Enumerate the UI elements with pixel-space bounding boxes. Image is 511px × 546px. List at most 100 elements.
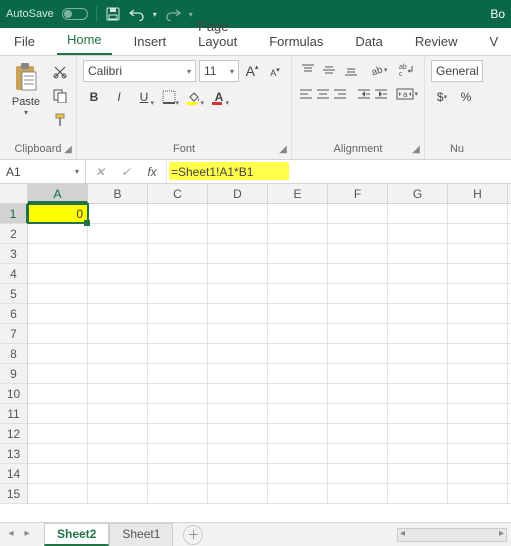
increase-indent-button[interactable]: [373, 84, 388, 104]
cell[interactable]: [268, 264, 328, 283]
cell[interactable]: [388, 324, 448, 343]
cell[interactable]: [208, 324, 268, 343]
cell[interactable]: [208, 224, 268, 243]
cell[interactable]: [88, 424, 148, 443]
cell[interactable]: [28, 244, 88, 263]
cell[interactable]: [88, 384, 148, 403]
cell[interactable]: [328, 444, 388, 463]
align-bottom-button[interactable]: [341, 60, 361, 80]
increase-font-button[interactable]: A▴: [242, 60, 262, 82]
cell[interactable]: [88, 224, 148, 243]
cell[interactable]: [328, 484, 388, 503]
redo-icon[interactable]: [165, 6, 181, 22]
borders-button[interactable]: [158, 86, 180, 108]
cell[interactable]: [148, 484, 208, 503]
cell[interactable]: [448, 204, 508, 223]
cell[interactable]: [328, 464, 388, 483]
cell[interactable]: [448, 444, 508, 463]
cell[interactable]: [328, 304, 388, 323]
column-header[interactable]: G: [388, 184, 448, 203]
cell[interactable]: [28, 384, 88, 403]
row-header[interactable]: 5: [0, 284, 28, 303]
tab-file[interactable]: File: [4, 30, 45, 55]
cell[interactable]: [268, 364, 328, 383]
cell[interactable]: [88, 324, 148, 343]
paste-dropdown-icon[interactable]: ▾: [24, 108, 28, 117]
cell[interactable]: [268, 484, 328, 503]
tab-data[interactable]: Data: [345, 30, 392, 55]
cell[interactable]: [28, 444, 88, 463]
wrap-text-button[interactable]: abc: [396, 60, 418, 80]
column-header[interactable]: D: [208, 184, 268, 203]
cell[interactable]: [448, 264, 508, 283]
cell[interactable]: [208, 364, 268, 383]
add-sheet-button[interactable]: ＋: [183, 525, 203, 545]
cell[interactable]: [208, 444, 268, 463]
tab-review[interactable]: Review: [405, 30, 468, 55]
accounting-format-button[interactable]: $▾: [431, 86, 453, 108]
percent-format-button[interactable]: %: [455, 86, 477, 108]
paste-button[interactable]: Paste ▾: [6, 60, 46, 141]
cell[interactable]: [388, 264, 448, 283]
cell[interactable]: [388, 224, 448, 243]
cell[interactable]: [388, 304, 448, 323]
cell[interactable]: [388, 244, 448, 263]
cell[interactable]: [208, 284, 268, 303]
fill-color-button[interactable]: [183, 86, 205, 108]
cell[interactable]: [88, 364, 148, 383]
cell[interactable]: [88, 264, 148, 283]
align-center-button[interactable]: [315, 84, 330, 104]
cell[interactable]: [268, 344, 328, 363]
row-header[interactable]: 8: [0, 344, 28, 363]
cell[interactable]: [208, 264, 268, 283]
cell[interactable]: [268, 464, 328, 483]
cell[interactable]: [448, 324, 508, 343]
cell[interactable]: [28, 464, 88, 483]
row-header[interactable]: 13: [0, 444, 28, 463]
cell[interactable]: [268, 304, 328, 323]
align-right-button[interactable]: [333, 84, 348, 104]
undo-icon[interactable]: [129, 6, 145, 22]
cell[interactable]: [148, 404, 208, 423]
cell[interactable]: [328, 284, 388, 303]
cell[interactable]: [328, 224, 388, 243]
align-top-button[interactable]: [298, 60, 318, 80]
tab-formulas[interactable]: Formulas: [259, 30, 333, 55]
cell[interactable]: [148, 264, 208, 283]
cell[interactable]: [268, 224, 328, 243]
cell[interactable]: [28, 324, 88, 343]
cell[interactable]: [328, 364, 388, 383]
cell[interactable]: [88, 484, 148, 503]
cell[interactable]: 0: [28, 204, 88, 223]
row-header[interactable]: 10: [0, 384, 28, 403]
cell[interactable]: [28, 424, 88, 443]
cell[interactable]: [328, 424, 388, 443]
cell[interactable]: [268, 324, 328, 343]
cell[interactable]: [208, 484, 268, 503]
cell[interactable]: [268, 444, 328, 463]
font-color-button[interactable]: A: [208, 86, 230, 108]
cell[interactable]: [448, 364, 508, 383]
copy-button[interactable]: [50, 86, 70, 106]
cell[interactable]: [148, 324, 208, 343]
clipboard-launcher-icon[interactable]: ◢: [62, 145, 74, 157]
row-header[interactable]: 7: [0, 324, 28, 343]
cell[interactable]: [88, 304, 148, 323]
tab-home[interactable]: Home: [57, 28, 112, 55]
row-header[interactable]: 14: [0, 464, 28, 483]
autosave-toggle[interactable]: [62, 8, 88, 20]
row-header[interactable]: 1: [0, 204, 28, 223]
cell[interactable]: [88, 204, 148, 223]
cell[interactable]: [28, 484, 88, 503]
decrease-font-button[interactable]: A▾: [265, 60, 285, 82]
align-left-button[interactable]: [298, 84, 313, 104]
cell[interactable]: [388, 204, 448, 223]
sheet-nav-next-icon[interactable]: ▸: [20, 528, 34, 542]
cell[interactable]: [208, 204, 268, 223]
cell[interactable]: [148, 464, 208, 483]
cell[interactable]: [28, 364, 88, 383]
cancel-formula-button[interactable]: ✕: [92, 164, 108, 180]
underline-button[interactable]: U: [133, 86, 155, 108]
row-header[interactable]: 4: [0, 264, 28, 283]
enter-formula-button[interactable]: ✓: [118, 164, 134, 180]
